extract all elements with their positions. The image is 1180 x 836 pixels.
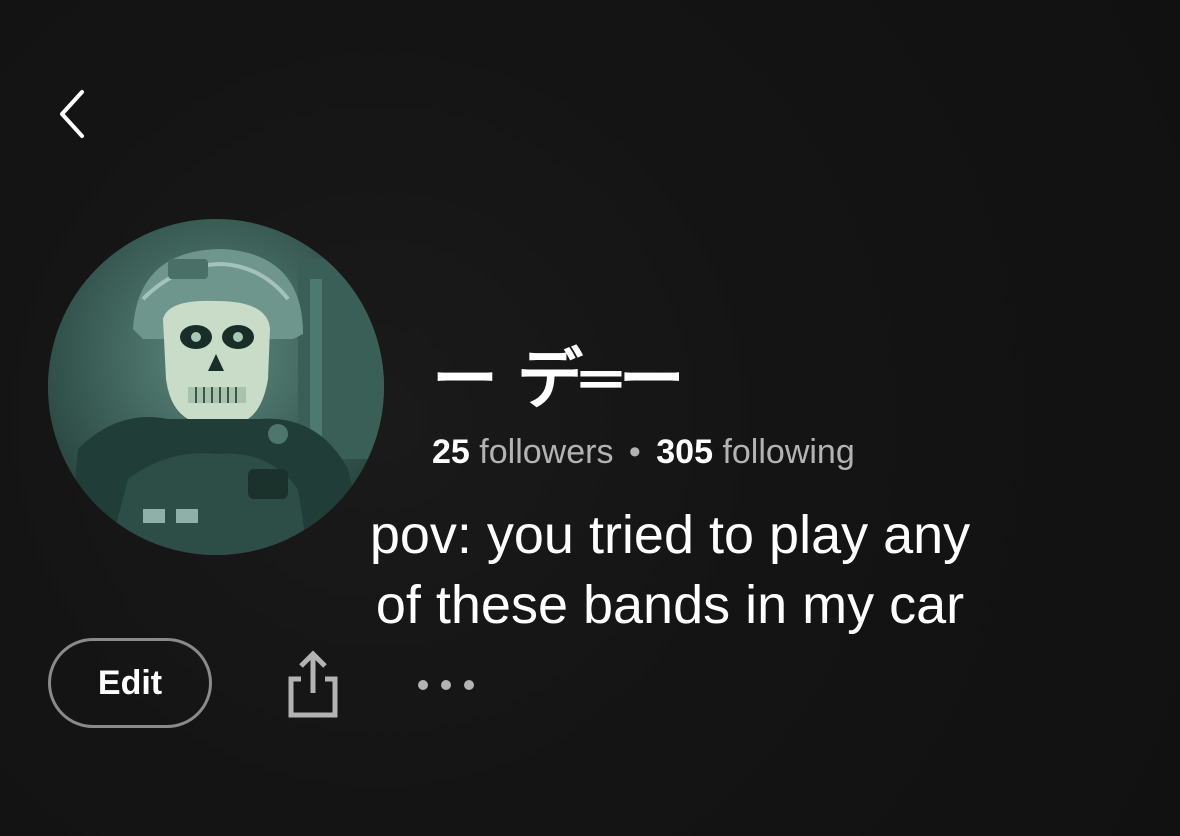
profile-name: ー デ═ー <box>432 341 685 418</box>
overlay-caption: pov: you tried to play any of these band… <box>320 500 1020 640</box>
following-count[interactable]: 305 <box>656 433 713 471</box>
follow-stats: 25 followers • 305 following <box>432 428 855 476</box>
share-icon <box>288 650 338 718</box>
back-button[interactable] <box>44 84 100 144</box>
edit-button[interactable]: Edit <box>48 638 212 728</box>
chevron-left-icon <box>60 90 84 138</box>
stats-separator: • <box>628 433 641 471</box>
followers-count[interactable]: 25 <box>432 433 470 471</box>
more-horizontal-icon <box>418 680 474 690</box>
caption-line-1: pov: you tried to play any <box>369 505 971 565</box>
caption-line-2: of these bands in my car <box>375 575 965 635</box>
following-label[interactable]: following <box>722 433 854 471</box>
followers-label[interactable]: followers <box>479 433 613 471</box>
profile-screen: ー デ═ー 25 followers • 305 following pov: … <box>0 0 1180 836</box>
share-button[interactable] <box>280 646 346 722</box>
more-options-button[interactable] <box>406 660 486 710</box>
